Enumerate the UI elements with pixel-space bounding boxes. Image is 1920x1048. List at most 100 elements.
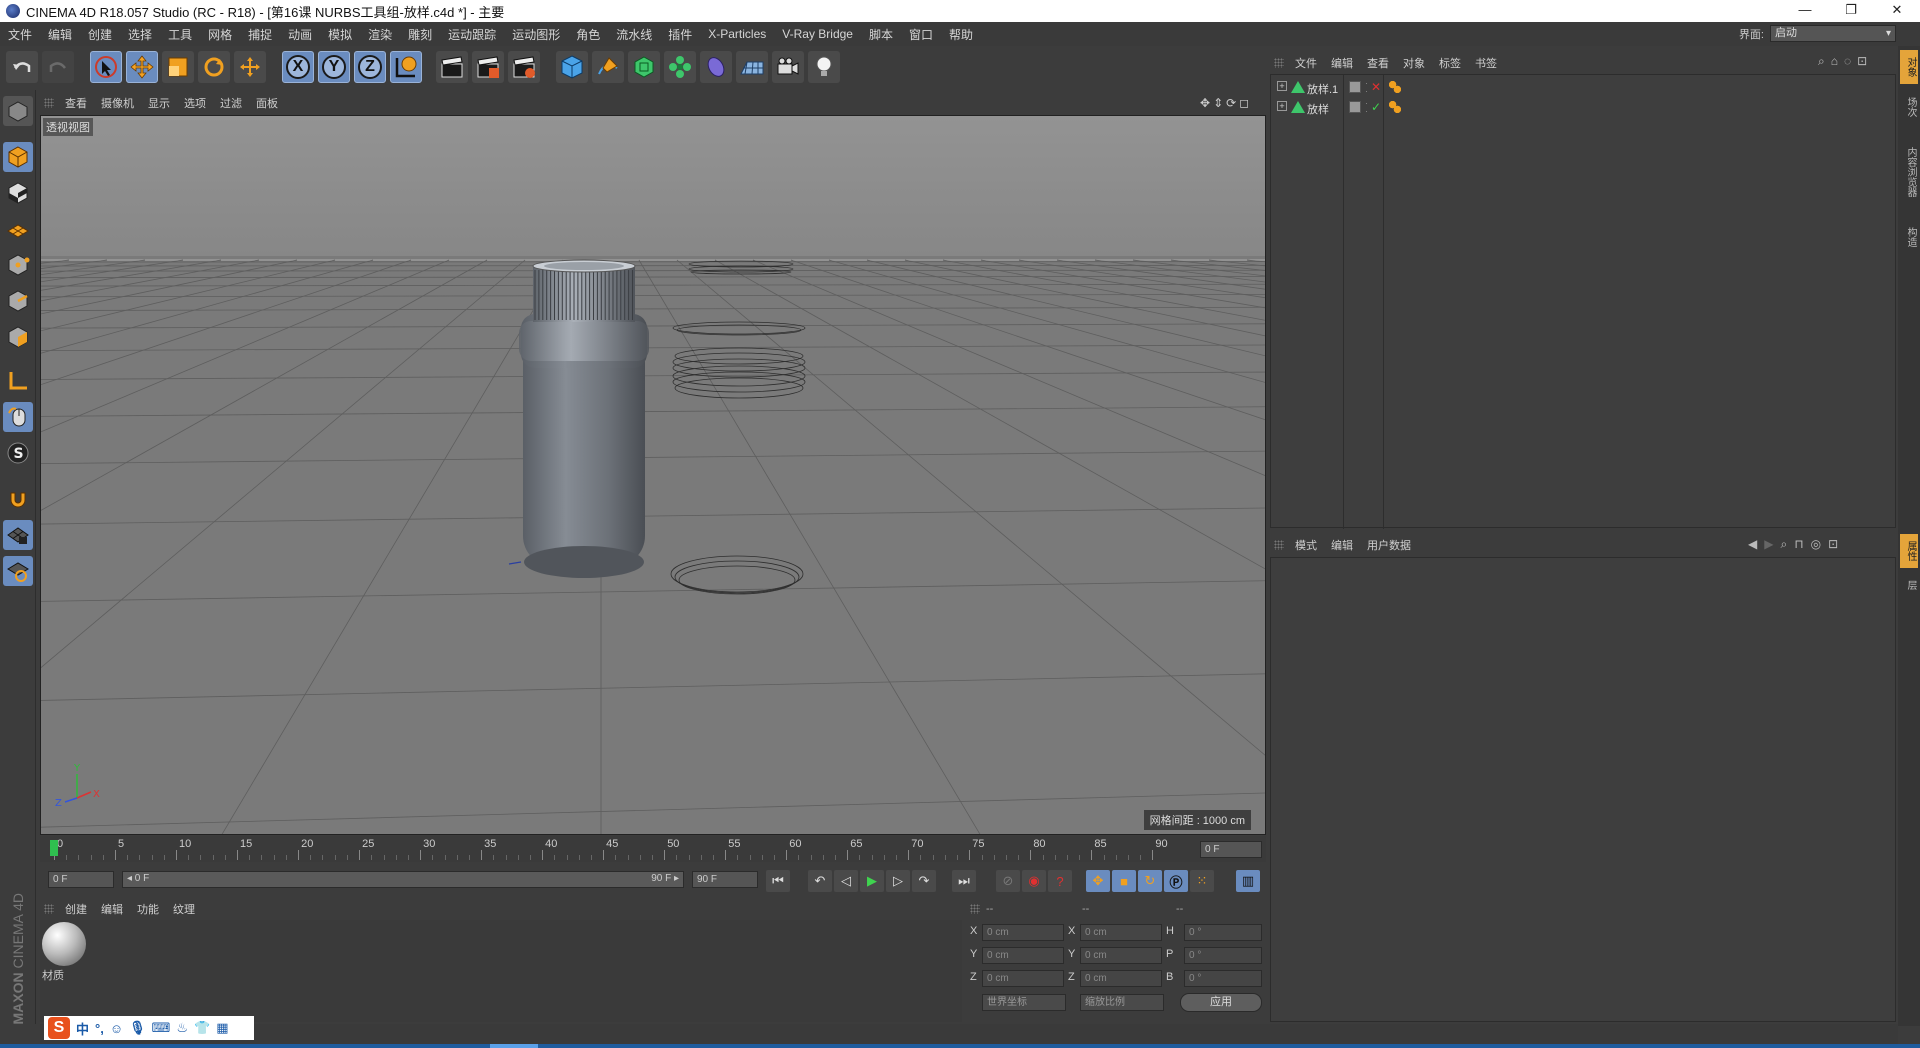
move-button[interactable] [126,51,158,83]
next-frame-button[interactable]: ▷ [886,870,910,892]
menu-item-20[interactable]: 帮助 [941,26,981,43]
layer-icon[interactable] [1349,81,1361,93]
pen-spline-button[interactable] [592,51,624,83]
undo-button[interactable] [6,51,38,83]
floor-button[interactable] [736,51,768,83]
planar-workplane-button[interactable] [3,556,33,586]
orbit-icon[interactable]: ⟳ [1226,96,1236,110]
material-menu-3[interactable]: 纹理 [166,901,202,917]
view-icon[interactable]: ◌ [1844,54,1851,69]
menu-item-9[interactable]: 渲染 [360,26,400,43]
menu-item-3[interactable]: 选择 [120,26,160,43]
expand-plus-icon[interactable]: + [1277,81,1287,91]
toggle-view-icon[interactable]: ◻ [1239,96,1249,110]
coord-value-field[interactable]: 0 cm [1080,947,1162,964]
search-icon[interactable]: ⌕ [1780,537,1787,552]
ime-language[interactable]: 中 [76,1019,89,1038]
render-picture-viewer-button[interactable] [472,51,504,83]
light-button[interactable] [808,51,840,83]
grid-menu-icon[interactable]: ▦ [216,1020,228,1036]
tab-attributes[interactable]: 属性 [1900,534,1918,568]
pan-icon[interactable]: ✥ [1200,96,1210,110]
tab-objects[interactable]: 对象 [1900,50,1918,84]
play-button[interactable]: ▶ [860,870,884,892]
menu-item-18[interactable]: 脚本 [861,26,901,43]
deformer-button[interactable] [700,51,732,83]
visibility-dots-icon[interactable]: · · [1365,99,1368,116]
menu-item-16[interactable]: X-Particles [700,27,774,41]
menu-item-10[interactable]: 雕刻 [400,26,440,43]
coord-value-field[interactable]: 0 ° [1184,970,1262,987]
rotate-button[interactable] [198,51,230,83]
attribute-menu-0[interactable]: 模式 [1288,537,1324,553]
key-scale-button[interactable]: ■ [1112,870,1136,892]
record-keys-button[interactable]: ⊘ [996,870,1020,892]
auto-key-button[interactable]: ◉ [1022,870,1046,892]
axis-mode-button[interactable] [3,366,33,396]
locked-workplane-button[interactable] [3,520,33,550]
make-editable-button[interactable] [3,96,33,126]
goto-end-button[interactable]: ⏭ [952,870,976,892]
dolly-icon[interactable]: ⇕ [1213,96,1223,110]
menu-item-6[interactable]: 捕捉 [240,26,280,43]
key-pla-button[interactable]: ⁙ [1190,870,1214,892]
tab-layers[interactable]: 层 [1900,572,1918,598]
object-row[interactable]: + 放样.1 · · ✕ [1271,79,1895,97]
goto-start-button[interactable]: ⏮ [766,870,790,892]
object-name[interactable]: 放样 [1307,101,1329,117]
menu-item-0[interactable]: 文件 [0,26,40,43]
solo-button[interactable]: S [3,438,33,468]
tweak-mode-button[interactable] [3,402,33,432]
layout-dropdown[interactable]: 启动 [1770,25,1896,42]
material-menu-0[interactable]: 创建 [58,901,94,917]
object-menu-4[interactable]: 标签 [1432,55,1468,71]
new-window-icon[interactable]: ⊡ [1828,537,1838,552]
menu-item-2[interactable]: 创建 [80,26,120,43]
menu-item-15[interactable]: 插件 [660,26,700,43]
key-position-button[interactable]: ✥ [1086,870,1110,892]
coord-value-field[interactable]: 0 cm [1080,924,1162,941]
menu-item-12[interactable]: 运动图形 [504,26,568,43]
camera-button[interactable] [772,51,804,83]
viewport-menu-5[interactable]: 面板 [249,95,285,111]
apply-button[interactable]: 应用 [1180,993,1262,1012]
back-arrow-icon[interactable]: ◀ [1748,537,1757,552]
coord-value-field[interactable]: 0 ° [1184,924,1262,941]
menu-item-14[interactable]: 流水线 [608,26,660,43]
object-menu-2[interactable]: 查看 [1360,55,1396,71]
points-mode-button[interactable] [3,250,33,280]
frame-range-slider[interactable]: ◂ 0 F 90 F ▸ [122,871,684,888]
start-frame-field[interactable]: 0 F [48,871,114,888]
viewport-menu-3[interactable]: 选项 [177,95,213,111]
scale-button[interactable] [162,51,194,83]
z-axis-lock-button[interactable]: Z [354,51,386,83]
current-frame-field[interactable]: 0 F [1200,841,1262,858]
layer-icon[interactable] [1349,101,1361,113]
menu-item-8[interactable]: 模拟 [320,26,360,43]
object-menu-0[interactable]: 文件 [1288,55,1324,71]
cube-object-button[interactable] [556,51,588,83]
x-axis-lock-button[interactable]: X [282,51,314,83]
home-icon[interactable]: ⌂ [1831,54,1838,69]
render-settings-button[interactable] [508,51,540,83]
timeline-ruler[interactable]: 0 5 10 15 20 25 30 35 40 45 50 55 60 65 70 75 80 85 90 0 F [40,836,1266,862]
tools-icon[interactable]: ♨ [176,1020,188,1036]
playhead[interactable] [50,840,58,856]
lock-icon[interactable]: ⊓ [1794,537,1803,552]
live-selection-button[interactable] [90,51,122,83]
end-frame-field[interactable]: 90 F [692,871,758,888]
coord-value-field[interactable]: 0 cm [982,970,1064,987]
search-icon[interactable]: ⌕ [1818,54,1825,69]
next-key-button[interactable]: ↷ [912,870,936,892]
keyboard-icon[interactable]: ⌨ [152,1020,171,1036]
menu-item-11[interactable]: 运动跟踪 [440,26,504,43]
sogou-s-icon[interactable]: S [48,1017,70,1039]
object-name[interactable]: 放样.1 [1307,81,1338,97]
coordinate-system-button[interactable] [390,51,422,83]
visibility-dots-icon[interactable]: · · [1365,79,1368,96]
menu-item-19[interactable]: 窗口 [901,26,941,43]
perspective-viewport[interactable]: Y X Z 透视视图 网格间距 : 1000 cm [40,115,1266,835]
attribute-menu-1[interactable]: 编辑 [1324,537,1360,553]
forward-arrow-icon[interactable]: ▶ [1764,537,1773,552]
microphone-icon[interactable]: 🎙 [129,1020,146,1036]
